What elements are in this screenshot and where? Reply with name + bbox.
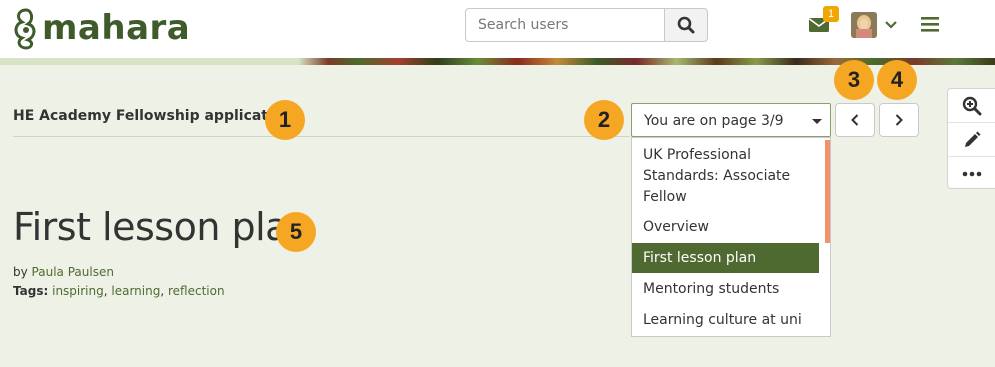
page-toolbar bbox=[947, 88, 995, 189]
divider bbox=[13, 136, 630, 137]
search-input[interactable] bbox=[465, 8, 664, 42]
tag-link[interactable]: learning bbox=[111, 284, 160, 298]
dropdown-option[interactable]: Overview bbox=[632, 217, 819, 238]
caret-down-icon bbox=[812, 119, 822, 124]
tag-link[interactable]: reflection bbox=[168, 284, 225, 298]
dropdown-option[interactable]: Mentoring students bbox=[632, 279, 819, 300]
tags-label: Tags: bbox=[13, 284, 49, 298]
page-title: First lesson plan bbox=[13, 205, 312, 249]
search-icon bbox=[677, 16, 695, 34]
more-options-button[interactable] bbox=[948, 157, 995, 190]
collection-title: HE Academy Fellowship application bbox=[13, 108, 293, 124]
callout-3: 3 bbox=[834, 60, 874, 100]
callout-5: 5 bbox=[276, 212, 316, 252]
tag-link[interactable]: inspiring bbox=[52, 284, 104, 298]
by-label: by bbox=[13, 265, 28, 279]
dropdown-option[interactable]: Learning culture at uni bbox=[632, 310, 819, 331]
next-page-button[interactable] bbox=[879, 103, 919, 137]
callout-4: 4 bbox=[877, 60, 917, 100]
main-menu-button[interactable] bbox=[920, 14, 940, 34]
search-button[interactable] bbox=[664, 8, 708, 42]
edit-button[interactable] bbox=[948, 123, 995, 157]
hamburger-icon bbox=[921, 17, 939, 32]
chevron-left-icon bbox=[851, 114, 859, 126]
dropdown-scrollbar[interactable] bbox=[825, 140, 830, 243]
page-tags: Tags: inspiring, learning, reflection bbox=[13, 284, 225, 298]
messages-button[interactable]: 1 bbox=[808, 6, 839, 36]
user-menu[interactable] bbox=[851, 12, 899, 38]
previous-page-button[interactable] bbox=[835, 103, 875, 137]
mahara-logo[interactable]: mahara bbox=[12, 6, 190, 50]
chevron-right-icon bbox=[895, 114, 903, 126]
page-select-label: You are on page 3/9 bbox=[644, 113, 784, 129]
zoom-in-icon bbox=[962, 96, 981, 115]
callout-1: 1 bbox=[265, 100, 305, 140]
callout-2: 2 bbox=[584, 100, 624, 140]
chevron-down-icon bbox=[885, 21, 897, 29]
messages-count-badge: 1 bbox=[823, 6, 839, 22]
pencil-icon bbox=[964, 131, 980, 147]
avatar bbox=[851, 12, 877, 38]
site-header: mahara 1 bbox=[0, 0, 995, 58]
logo-text: mahara bbox=[42, 8, 191, 48]
page-byline: by Paula Paulsen bbox=[13, 265, 114, 279]
zoom-button[interactable] bbox=[948, 89, 995, 123]
page-select-dropdown[interactable]: You are on page 3/9 bbox=[631, 103, 831, 137]
page-list-dropdown: UK Professional Standards: Associate Fel… bbox=[631, 137, 831, 337]
user-avatar-image bbox=[851, 12, 877, 38]
user-search bbox=[465, 8, 708, 42]
dropdown-option-selected[interactable]: First lesson plan bbox=[632, 243, 819, 273]
logo-mark-icon bbox=[14, 8, 36, 50]
author-link[interactable]: Paula Paulsen bbox=[32, 265, 114, 279]
more-icon bbox=[962, 171, 981, 176]
dropdown-option[interactable]: UK Professional Standards: Associate Fel… bbox=[632, 145, 819, 208]
